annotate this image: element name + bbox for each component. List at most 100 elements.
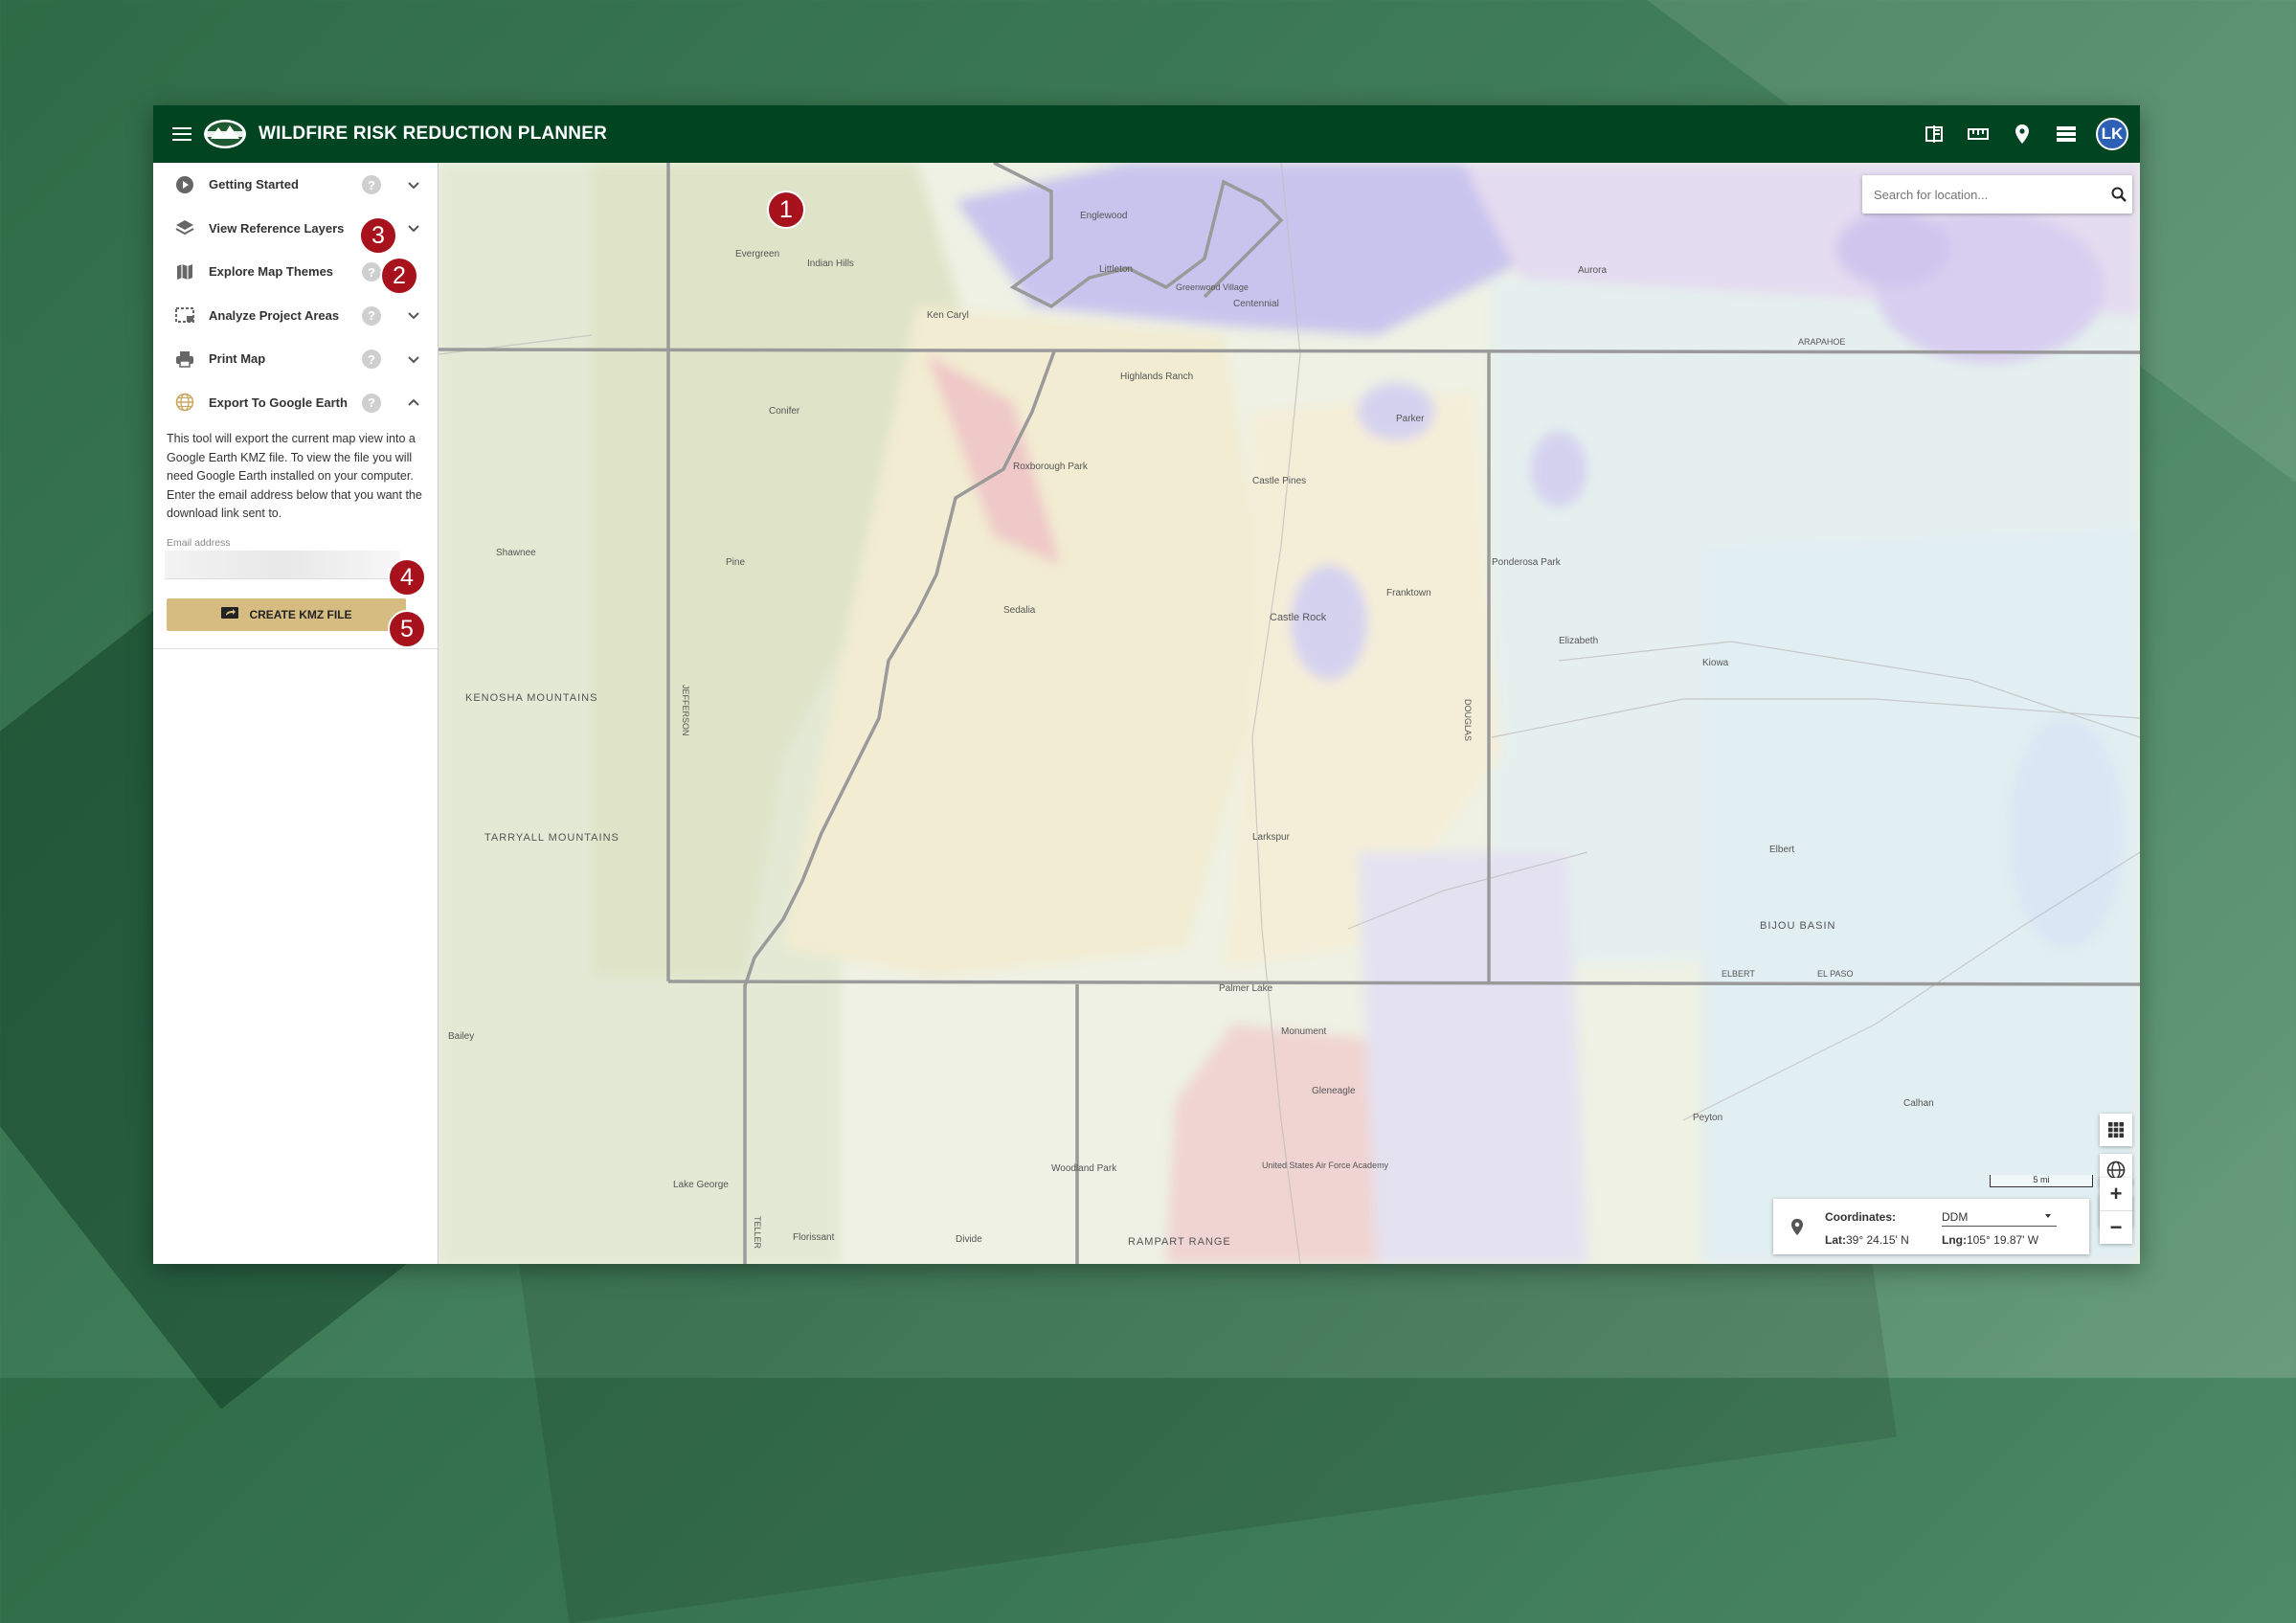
export-description: This tool will export the current map vi… [167, 432, 422, 520]
app-title: WILDFIRE RISK REDUCTION PLANNER [259, 124, 608, 144]
place-label: Palmer Lake [1219, 983, 1273, 994]
place-label: Greenwood Village [1176, 282, 1249, 292]
sidebar-item-label: Explore Map Themes [209, 264, 334, 280]
sidebar-item-export-google-earth[interactable]: Export To Google Earth ? [153, 381, 438, 425]
sidebar: Getting Started ? View Reference Layers … [153, 163, 439, 1264]
longitude-label: Lng: [1942, 1233, 1967, 1247]
zoom-controls: + − [2100, 1178, 2132, 1244]
help-icon[interactable]: ? [362, 393, 381, 413]
top-bar: WILDFIRE RISK REDUCTION PLANNER LK [153, 105, 2140, 163]
layers-list-icon[interactable] [2052, 120, 2081, 148]
help-icon[interactable]: ? [362, 175, 381, 194]
sidebar-item-print-map[interactable]: Print Map ? [153, 337, 438, 381]
location-search [1862, 175, 2132, 214]
place-label: Castle Pines [1252, 476, 1306, 486]
place-label: Divide [956, 1234, 982, 1245]
help-icon[interactable]: ? [362, 349, 381, 369]
coordinate-format-value: DDM [1942, 1210, 1969, 1224]
longitude-value: 105° 19.87' W [1967, 1233, 2039, 1247]
chevron-up-icon[interactable] [404, 394, 423, 413]
map-view[interactable]: Englewood Littleton Centennial Ken Caryl… [439, 163, 2140, 1264]
annotation-badge: 4 [388, 558, 426, 597]
place-label: Monument [1281, 1026, 1326, 1037]
place-label: DOUGLAS [1463, 699, 1473, 741]
annotation-badge: 5 [388, 610, 426, 648]
place-label: TELLER [753, 1216, 762, 1250]
place-label: Indian Hills [807, 259, 854, 269]
user-avatar[interactable]: LK [2096, 118, 2128, 150]
location-pin-icon[interactable] [2008, 120, 2037, 148]
place-label: Littleton [1099, 264, 1133, 275]
menu-icon[interactable] [153, 105, 211, 163]
place-label: BIJOU BASIN [1760, 920, 1835, 932]
coordinates-panel: Coordinates: DDM Lat:39° 24.15' N Lng:10… [1773, 1199, 2089, 1254]
search-input[interactable] [1872, 186, 2105, 203]
place-label: Englewood [1080, 211, 1127, 221]
place-label: Franktown [1386, 588, 1431, 598]
place-label: Roxborough Park [1013, 462, 1089, 472]
place-label: Centennial [1233, 299, 1279, 309]
chevron-down-icon[interactable] [404, 175, 423, 194]
place-label: Bailey [448, 1031, 474, 1042]
layers-icon [174, 217, 195, 238]
compare-icon[interactable] [1920, 120, 1948, 148]
place-label: Peyton [1693, 1113, 1722, 1123]
place-label: Evergreen [735, 249, 779, 259]
place-label: RAMPART RANGE [1128, 1236, 1231, 1248]
sidebar-item-analyze-project-areas[interactable]: Analyze Project Areas ? [153, 294, 438, 338]
place-label: Larkspur [1252, 832, 1291, 843]
annotation-badge: 3 [359, 216, 397, 255]
zoom-in-button[interactable]: + [2100, 1178, 2132, 1210]
annotation-badge: 1 [767, 191, 805, 229]
scale-bar: 5 mi [1990, 1175, 2093, 1187]
ruler-icon[interactable] [1964, 120, 1992, 148]
place-label: Kiowa [1702, 658, 1729, 668]
coordinate-format-select[interactable]: DDM [1942, 1208, 2057, 1227]
coordinates-label: Coordinates: [1825, 1210, 1897, 1224]
place-label: Parker [1396, 414, 1425, 424]
dropdown-arrow-icon [2045, 1214, 2051, 1218]
chevron-down-icon[interactable] [404, 219, 423, 238]
place-label: Calhan [1903, 1098, 1934, 1109]
place-label: Elizabeth [1559, 636, 1598, 646]
sidebar-item-label: View Reference Layers [209, 220, 345, 236]
place-label: TARRYALL MOUNTAINS [484, 832, 619, 844]
place-label: Highlands Ranch [1120, 372, 1193, 382]
place-label: Gleneagle [1312, 1086, 1356, 1096]
place-label: Woodland Park [1051, 1163, 1117, 1174]
place-label: Shawnee [496, 548, 536, 558]
sidebar-item-label: Export To Google Earth [209, 394, 348, 410]
place-label: EL PASO [1817, 969, 1854, 979]
place-label: Conifer [769, 406, 800, 417]
help-icon[interactable]: ? [362, 262, 381, 282]
location-pin-icon [1790, 1218, 1804, 1239]
create-kmz-button[interactable]: CREATE KMZ FILE [167, 597, 406, 631]
select-area-icon [174, 304, 195, 326]
top-toolbar: LK [1920, 105, 2128, 163]
place-label: Elbert [1769, 845, 1794, 855]
place-label: Pine [726, 557, 745, 568]
place-label: Florissant [793, 1232, 835, 1243]
export-icon [220, 606, 239, 622]
place-label: Ponderosa Park [1492, 557, 1562, 568]
latitude-label: Lat: [1825, 1233, 1846, 1247]
place-label: KENOSHA MOUNTAINS [465, 692, 597, 704]
annotation-badge: 2 [380, 257, 418, 295]
help-icon[interactable]: ? [362, 305, 381, 326]
zoom-out-button[interactable]: − [2100, 1210, 2132, 1244]
sidebar-item-getting-started[interactable]: Getting Started ? [153, 163, 438, 207]
search-icon[interactable] [2105, 181, 2132, 208]
longitude-readout: Lng:105° 19.87' W [1942, 1233, 2038, 1247]
divider [153, 647, 438, 649]
play-circle-icon [174, 174, 195, 195]
email-field[interactable] [165, 550, 400, 579]
place-label: Castle Rock [1270, 612, 1327, 623]
chevron-down-icon[interactable] [404, 306, 423, 326]
place-label: Ken Caryl [927, 310, 969, 321]
place-label: Aurora [1578, 265, 1607, 276]
basemap-grid-icon[interactable] [2100, 1114, 2132, 1146]
chevron-down-icon[interactable] [404, 349, 423, 369]
map-canvas[interactable]: Englewood Littleton Centennial Ken Caryl… [439, 163, 2140, 1264]
sidebar-item-label: Print Map [209, 351, 266, 367]
app-logo [203, 118, 247, 150]
